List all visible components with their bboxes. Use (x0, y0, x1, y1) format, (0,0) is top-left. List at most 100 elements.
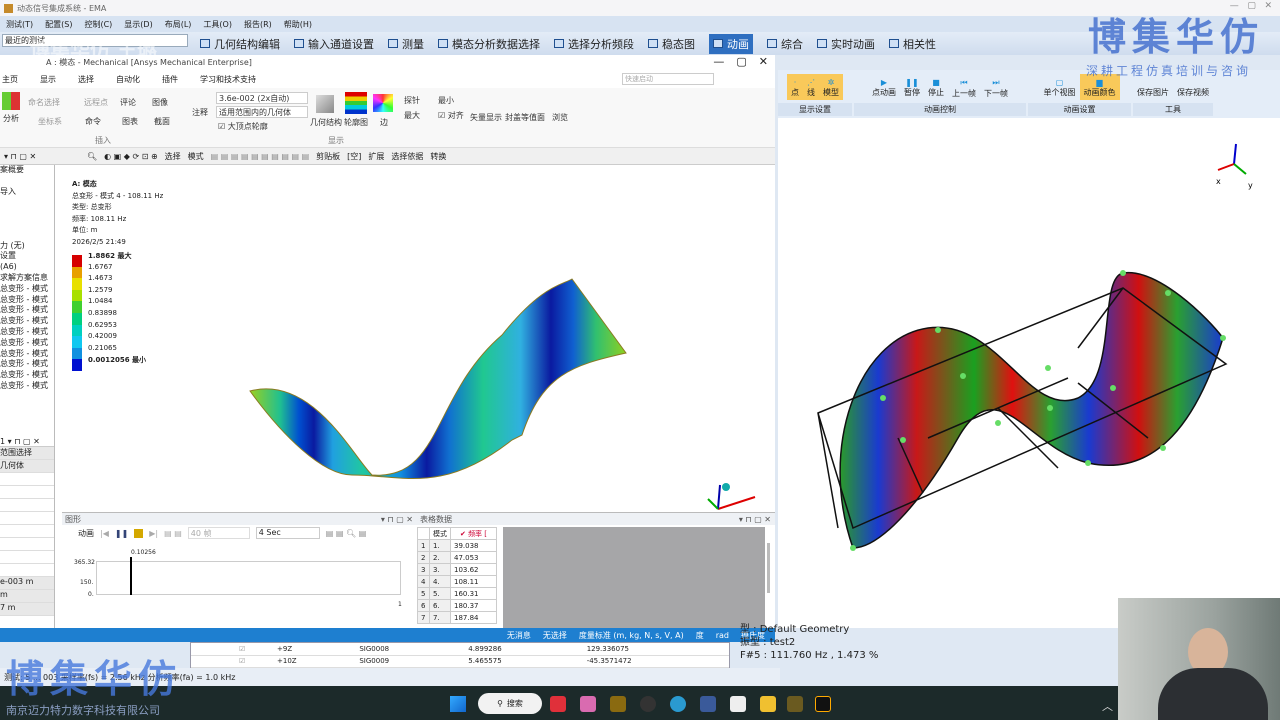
tree-item[interactable]: 总变形 - 模式 (0, 305, 54, 316)
channel-row[interactable]: ☑ +10Z SIG0009 5.465575 -45.3571472 (191, 655, 729, 668)
channel-checkbox[interactable]: ☑ (191, 643, 271, 656)
ribbon-tab[interactable]: 显示 (40, 74, 56, 85)
tree-item[interactable]: 总变形 - 模式 (0, 338, 54, 349)
table-row[interactable]: 6 6. 180.37 (417, 599, 497, 612)
ribbon-button[interactable]: · 点 (787, 74, 803, 100)
tree-item[interactable]: 总变形 - 模式 (0, 327, 54, 338)
ribbon-button[interactable]: ▶ 点动画 (868, 74, 900, 100)
module-tab[interactable]: 模态分析数据选择 (438, 36, 540, 52)
table-row[interactable]: 4 4. 108.11 (417, 575, 497, 588)
table-row[interactable]: 7 7. 187.84 (417, 611, 497, 624)
module-tab[interactable]: 综合 (767, 36, 803, 52)
chart-button[interactable]: 图表 (122, 116, 138, 127)
ansys-window-controls[interactable]: — ▢ ✕ (713, 55, 768, 68)
remote-point-button[interactable]: 远程点 (84, 97, 108, 108)
channel-checkbox[interactable]: ☑ (191, 655, 271, 668)
tree-item[interactable]: 力 (无) (0, 241, 54, 252)
image-button[interactable]: 图像 (152, 97, 168, 108)
mode-button[interactable]: 模式 (188, 151, 204, 162)
tree-item[interactable]: 求解方案信息 (0, 273, 54, 284)
details-row[interactable]: 范围选择 (0, 447, 54, 460)
max-button[interactable]: 最大 (404, 110, 420, 121)
menu-item[interactable]: 控制(C) (84, 19, 112, 30)
tree-item[interactable]: (A6) (0, 262, 54, 273)
edges-button[interactable]: 边 (380, 117, 388, 128)
browse-button[interactable]: 浏览 (552, 112, 568, 123)
taskbar-search[interactable]: ⚲ 搜索 (478, 693, 542, 714)
menu-item[interactable]: 显示(D) (124, 19, 152, 30)
table-row[interactable]: 3 3. 103.62 (417, 563, 497, 576)
details-row[interactable] (0, 564, 54, 577)
tree-item[interactable]: 总变形 - 模式 (0, 349, 54, 360)
select-button[interactable]: 选择 (165, 151, 181, 162)
menu-item[interactable]: 工具(O) (203, 19, 232, 30)
probe-button[interactable]: 探针 (404, 95, 420, 106)
details-row[interactable]: e-003 m (0, 577, 54, 590)
section-button[interactable]: 截面 (154, 116, 170, 127)
module-tab[interactable]: 测量 (388, 36, 424, 52)
tree-item[interactable]: 总变形 - 模式 (0, 370, 54, 381)
annotation-button[interactable]: 注释 (192, 107, 208, 118)
module-tab[interactable]: 输入通道设置 (294, 36, 374, 52)
ribbon-button[interactable]: ⏮ 上一帧 (948, 75, 980, 101)
convert-button[interactable]: 转换 (430, 151, 446, 162)
browser-icon[interactable] (670, 696, 686, 712)
coordinate-button[interactable]: 坐标系 (38, 116, 62, 127)
align-checkbox[interactable]: ☑ 对齐 (438, 110, 464, 121)
comment-button[interactable]: 评论 (120, 97, 136, 108)
frames-select[interactable]: 40 帧 (187, 527, 250, 539)
capped-isosurface-button[interactable]: 封盖等值面 (505, 112, 545, 123)
menu-item[interactable]: 帮助(H) (284, 19, 312, 30)
module-tab[interactable]: 相关性 (889, 36, 936, 52)
col-frequency[interactable]: ✔ 频率 [ (450, 527, 497, 540)
details-row[interactable]: m (0, 590, 54, 603)
ribbon-tab[interactable]: 主页 (2, 74, 18, 85)
max-contour-checkbox[interactable]: ☑ 大顶点轮廓 (218, 121, 268, 132)
details-row[interactable] (0, 538, 54, 551)
tree-item[interactable] (0, 219, 54, 230)
tree-item[interactable] (0, 208, 54, 219)
file-explorer-icon[interactable] (760, 696, 776, 712)
deformation-scale-select[interactable]: 3.6e-002 (2x自动) (216, 92, 308, 104)
table-row[interactable]: 2 2. 47.053 (417, 551, 497, 564)
empty-selector[interactable]: [空] (347, 151, 361, 162)
channel-row[interactable]: ☑ +9Z SIG0008 4.899286 129.336075 (191, 643, 729, 656)
previous-frame-icon[interactable]: |◀ (100, 529, 109, 538)
tree-item[interactable]: 总变形 - 模式 (0, 284, 54, 295)
details-row[interactable]: 几何体 (0, 460, 54, 473)
module-tab[interactable]: 实时动画 (817, 36, 875, 52)
expand-button[interactable]: 扩展 (368, 151, 384, 162)
named-selection-button[interactable]: 命名选择 (28, 97, 60, 108)
time-marker[interactable] (130, 557, 132, 595)
pause-icon[interactable]: ❚❚ (115, 529, 128, 538)
tree-item[interactable]: 导入 (0, 187, 54, 198)
duration-select[interactable]: 4 Sec (255, 527, 320, 539)
animation-viewport[interactable]: xy (778, 118, 1280, 628)
module-tab[interactable]: 选择分析频段 (554, 36, 634, 52)
stop-icon[interactable] (134, 528, 144, 538)
tree-item[interactable]: 案概要 (0, 165, 54, 176)
ribbon-tab[interactable]: 自动化 (116, 74, 140, 85)
app-icon-mechanical[interactable] (815, 696, 831, 712)
ribbon-button[interactable]: ⏭ 下一帧 (980, 75, 1012, 101)
tree-item[interactable] (0, 197, 54, 208)
next-frame-icon[interactable]: ▶| (149, 529, 158, 538)
tray-chevron-icon[interactable]: ︿ (1102, 698, 1113, 714)
module-tab[interactable]: 稳态图 (648, 36, 695, 52)
ribbon-button[interactable]: ▢ 单个视图 (1040, 74, 1080, 100)
ribbon-button[interactable]: ❚❚ 暂停 (900, 74, 924, 100)
details-row[interactable] (0, 473, 54, 486)
module-tab[interactable]: 几何结构编辑 (200, 36, 280, 52)
vector-display-button[interactable]: 矢量显示 (470, 112, 502, 123)
details-row[interactable] (0, 525, 54, 538)
zoom-icon[interactable]: 🔍︎ (87, 152, 97, 161)
menu-item[interactable]: 配置(S) (45, 19, 72, 30)
tree-item[interactable]: 总变形 - 模式 (0, 359, 54, 370)
start-icon[interactable] (450, 696, 466, 712)
app-icon-pink[interactable] (580, 696, 596, 712)
quick-launch-input[interactable]: 快速启动 (622, 73, 714, 85)
tree-item[interactable]: 总变形 - 模式 (0, 295, 54, 306)
ansys-viewport[interactable]: A: 模态 总变形 - 模式 4 - 108.11 Hz 类型: 总变形 频率:… (62, 165, 775, 512)
select-by-button[interactable]: 选择依据 (391, 151, 423, 162)
table-scrollbar[interactable] (767, 543, 770, 593)
